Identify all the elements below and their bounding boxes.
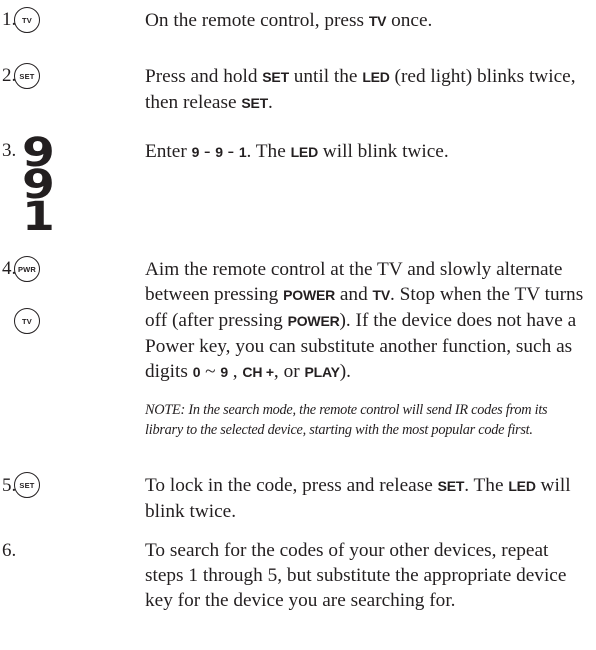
text-segment: once. bbox=[386, 10, 433, 31]
step-text: To search for the codes of your other de… bbox=[145, 538, 587, 613]
step-number: 6. bbox=[2, 540, 17, 561]
text-segment: . The bbox=[246, 141, 291, 162]
key-name: 9 bbox=[220, 364, 228, 380]
key-name: LED bbox=[362, 69, 390, 85]
key-name: LED bbox=[508, 478, 536, 494]
key-name: SET bbox=[437, 478, 465, 494]
text-segment: To search for the codes of your other de… bbox=[145, 540, 567, 611]
key-name: CH + bbox=[242, 364, 274, 380]
step-text: Enter 9 - 9 - 1. The LED will blink twic… bbox=[145, 139, 587, 165]
key-name: LED bbox=[290, 144, 319, 160]
step-text: Press and hold SET until the LED (red li… bbox=[145, 64, 587, 116]
text-segment: will blink twice. bbox=[317, 141, 449, 162]
text-segment: until the bbox=[288, 66, 363, 87]
set-key-icon: SET bbox=[14, 472, 40, 498]
text-segment: , or bbox=[273, 361, 305, 382]
text-segment: , bbox=[227, 361, 243, 382]
text-segment: - bbox=[222, 141, 239, 162]
tv-key-icon: TV bbox=[14, 308, 40, 334]
text-segment: - bbox=[199, 141, 216, 162]
text-segment: ~ bbox=[200, 361, 221, 382]
key-name: PLAY bbox=[304, 364, 340, 380]
digit-1-icon: 1 bbox=[22, 194, 55, 240]
key-name: POWER bbox=[287, 313, 340, 329]
text-segment: . The bbox=[464, 475, 509, 496]
text-segment: Press and hold bbox=[145, 66, 263, 87]
key-name: TV bbox=[372, 287, 391, 303]
set-key-icon: SET bbox=[14, 63, 40, 89]
step-text: On the remote control, press TV once. bbox=[145, 8, 587, 34]
text-segment: On the remote control, press bbox=[145, 10, 369, 31]
power-key-icon: PWR bbox=[14, 256, 40, 282]
text-segment: and bbox=[335, 284, 373, 305]
step-number: 3. bbox=[2, 140, 17, 161]
text-segment: ). bbox=[339, 361, 351, 382]
tv-key-icon: TV bbox=[14, 7, 40, 33]
key-name: POWER bbox=[283, 287, 336, 303]
text-segment: Enter bbox=[145, 141, 192, 162]
key-name: SET bbox=[241, 95, 268, 111]
note-text: NOTE: In the search mode, the remote con… bbox=[145, 402, 548, 438]
key-name: TV bbox=[368, 13, 387, 29]
step-text: Aim the remote control at the TV and slo… bbox=[145, 257, 587, 385]
step-text: To lock in the code, press and release S… bbox=[145, 473, 587, 524]
text-segment: To lock in the code, press and release bbox=[145, 475, 438, 496]
key-name: 9 bbox=[215, 144, 223, 160]
key-name: SET bbox=[262, 69, 289, 85]
text-segment: . bbox=[268, 92, 273, 113]
